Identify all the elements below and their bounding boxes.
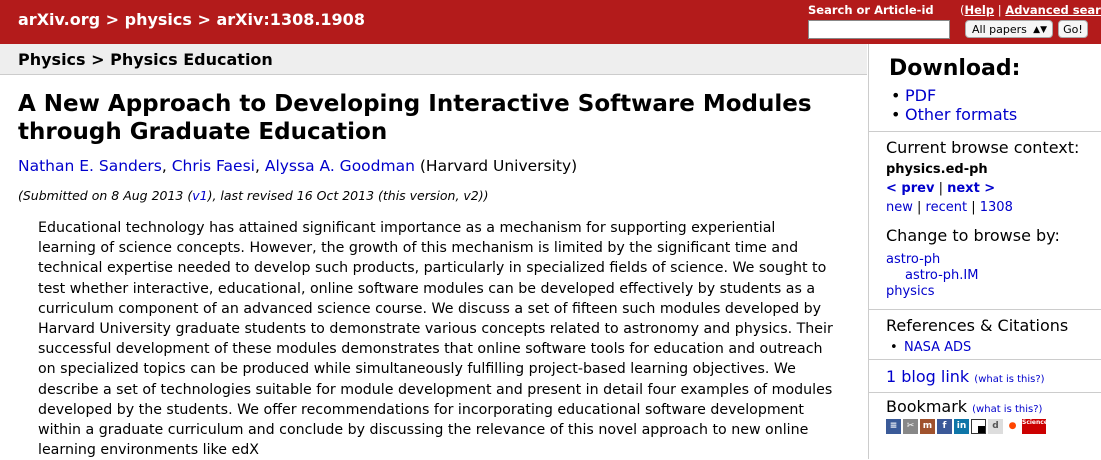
blog-link[interactable]: 1 blog link: [886, 367, 969, 386]
bibsonomy-icon[interactable]: ≡: [886, 419, 901, 434]
download-section: Download: PDF Other formats: [869, 44, 1101, 132]
advanced-search-link[interactable]: Advanced search: [1005, 3, 1101, 17]
references-list: NASA ADS: [886, 340, 971, 355]
top-breadcrumb: arXiv.org > physics > arXiv:1308.1908: [18, 10, 365, 29]
go-button[interactable]: Go!: [1058, 20, 1088, 38]
version-v1-link[interactable]: v1: [192, 188, 207, 203]
context-value: physics.ed-ph: [886, 162, 988, 177]
nav-separator: |: [938, 181, 943, 196]
reddit-icon[interactable]: ●: [1005, 419, 1020, 434]
blog-row: 1 blog link (what is this?): [886, 367, 1045, 386]
bookmark-heading-row: Bookmark (what is this?): [886, 397, 1042, 416]
affiliation: (Harvard University): [419, 157, 578, 175]
list-item: physics: [886, 284, 978, 300]
change-browse-heading: Change to browse by:: [886, 226, 1060, 245]
list-item: astro-ph.IM: [886, 268, 978, 284]
browse-section: Current browse context: physics.ed-ph < …: [869, 132, 1101, 310]
search-scope-value: All papers: [972, 23, 1027, 36]
nav-separator: |: [917, 200, 922, 215]
subject-bar: Physics > Physics Education: [0, 44, 867, 75]
browse-astro-ph-link[interactable]: astro-ph: [886, 252, 940, 267]
listing-nav: new | recent | 1308: [886, 200, 1013, 215]
download-heading: Download:: [889, 56, 1021, 81]
browse-astro-ph-im-link[interactable]: astro-ph.IM: [905, 268, 978, 283]
mendeley-icon[interactable]: m: [920, 419, 935, 434]
download-item: Other formats: [887, 105, 1017, 125]
next-link[interactable]: next >: [947, 181, 995, 196]
bookmark-icons: ≡ ✂ m f in d ● Science WISE: [886, 419, 1067, 438]
citeulike-icon[interactable]: ✂: [903, 419, 918, 434]
breadcrumb-arxiv-link[interactable]: arXiv.org: [18, 10, 100, 29]
delicious-icon[interactable]: [971, 419, 986, 434]
browse-by-list: astro-ph astro-ph.IM physics: [886, 252, 978, 300]
search-scope-select[interactable]: All papers ▲▼: [965, 20, 1053, 38]
author-link[interactable]: Alyssa A. Goodman: [265, 157, 415, 175]
help-links: (Help | Advanced search): [960, 3, 1101, 17]
nav-separator: |: [971, 200, 976, 215]
pdf-link[interactable]: PDF: [905, 86, 936, 105]
help-separator: |: [997, 3, 1002, 17]
select-arrows-icon: ▲▼: [1033, 25, 1047, 35]
references-heading: References & Citations: [886, 316, 1069, 335]
references-section: References & Citations NASA ADS: [869, 310, 1101, 360]
download-item: PDF: [887, 86, 1017, 106]
nasa-ads-link[interactable]: NASA ADS: [904, 340, 971, 355]
submission-dateline: (Submitted on 8 Aug 2013 (v1), last revi…: [18, 188, 489, 203]
site-header: arXiv.org > physics > arXiv:1308.1908 Se…: [0, 0, 1101, 44]
facebook-icon[interactable]: f: [937, 419, 952, 434]
paper-title: A New Approach to Developing Interactive…: [18, 91, 812, 145]
browse-physics-link[interactable]: physics: [886, 284, 935, 299]
author-list: Nathan E. Sanders, Chris Faesi, Alyssa A…: [18, 157, 578, 175]
blog-section: 1 blog link (what is this?): [869, 360, 1101, 393]
new-link[interactable]: new: [886, 200, 913, 215]
month-link[interactable]: 1308: [980, 200, 1013, 215]
abstract: Educational technology has attained sign…: [38, 220, 833, 459]
list-item: NASA ADS: [886, 340, 971, 355]
author-link[interactable]: Chris Faesi: [172, 157, 255, 175]
breadcrumb-paper-id-link[interactable]: arXiv:1308.1908: [216, 10, 364, 29]
download-list: PDF Other formats: [887, 86, 1017, 125]
sidebar: Download: PDF Other formats Current brow…: [868, 44, 1101, 459]
prev-next-nav: < prev | next >: [886, 181, 995, 196]
other-formats-link[interactable]: Other formats: [905, 105, 1017, 124]
list-item: astro-ph: [886, 252, 978, 268]
author-link[interactable]: Nathan E. Sanders: [18, 157, 162, 175]
recent-link[interactable]: recent: [926, 200, 968, 215]
linkedin-icon[interactable]: in: [954, 419, 969, 434]
search-input[interactable]: [808, 20, 950, 39]
search-label: Search or Article-id: [808, 3, 934, 17]
prev-link[interactable]: < prev: [886, 181, 934, 196]
digg-icon[interactable]: d: [988, 419, 1003, 434]
context-heading: Current browse context:: [886, 138, 1080, 157]
whatis-link[interactable]: (what is this?): [972, 404, 1042, 415]
breadcrumb-separator: >: [197, 10, 211, 29]
dateline-text: (Submitted on 8 Aug 2013 (: [18, 188, 193, 203]
whatis-link[interactable]: (what is this?): [974, 374, 1044, 385]
sciencewise-icon[interactable]: Science WISE: [1022, 419, 1067, 434]
subject-breadcrumb: Physics > Physics Education: [18, 50, 273, 69]
breadcrumb-physics-link[interactable]: physics: [125, 10, 192, 29]
bookmark-heading: Bookmark: [886, 397, 968, 416]
breadcrumb-separator: >: [105, 10, 120, 29]
help-link[interactable]: Help: [965, 3, 995, 17]
dateline-text: ), last revised 16 Oct 2013 (this versio…: [207, 188, 489, 203]
